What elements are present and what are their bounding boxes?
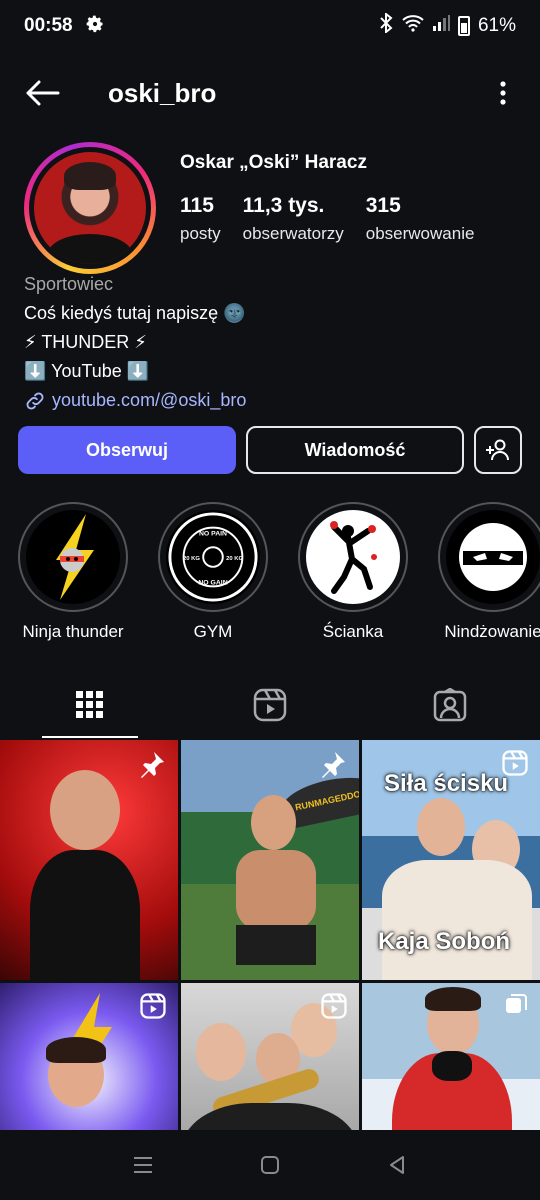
ninja-lightning-icon: [56, 514, 94, 600]
plate-right-text: 20 KG: [226, 556, 243, 562]
tile-caption-bottom: Kaja Soboń: [378, 928, 511, 955]
follow-button[interactable]: Obserwuj: [18, 426, 236, 474]
status-time: 00:58: [24, 15, 73, 36]
tab-reels[interactable]: [180, 672, 360, 738]
back-arrow-icon: [26, 80, 60, 106]
profile-category: Sportowiec: [24, 274, 114, 294]
battery-icon: [457, 16, 470, 36]
tab-tagged[interactable]: [360, 672, 540, 738]
pinned-icon: [141, 752, 164, 778]
recents-icon: [134, 1157, 153, 1173]
bio-line: ⬇️ YouTube ⬇️: [24, 361, 150, 381]
stat-label: obserwowanie: [365, 224, 475, 243]
link-icon: [26, 392, 44, 409]
bio-line: Coś kiedyś tutaj napiszę 🌚: [24, 303, 246, 323]
plate-left-text: 20 KG: [183, 556, 200, 562]
profile-username: oski_bro: [108, 77, 217, 108]
settings-gear-icon: [85, 14, 105, 39]
profile-bio: Sportowiec Coś kiedyś tutaj napiszę 🌚 ⚡ …: [24, 270, 246, 415]
back-button[interactable]: [22, 73, 62, 113]
highlight-label: GYM: [193, 622, 233, 641]
battery-percent: 61%: [477, 15, 516, 36]
recent-apps-button[interactable]: [123, 1145, 163, 1185]
post-tile[interactable]: Siła ścisku Kaja Soboń: [362, 740, 540, 980]
profile-actions: Obserwuj Wiadomość: [18, 426, 522, 474]
home-square-icon: [260, 1156, 279, 1174]
tile-banner-text: RUNMAGEDDON: [294, 787, 359, 813]
avatar: [34, 152, 146, 264]
system-back-button[interactable]: [377, 1145, 417, 1185]
grid-icon: [76, 691, 103, 718]
add-person-icon: [486, 439, 509, 461]
home-button[interactable]: [250, 1145, 290, 1185]
stat-value: 315: [365, 194, 401, 217]
vertical-dots-icon: [500, 81, 506, 105]
stat-followers[interactable]: 11,3 tys. obserwatorzy: [243, 194, 344, 244]
highlight-gym[interactable]: NO PAIN NO GAIN 20 KG 20 KG GYM: [158, 502, 268, 642]
wifi-icon: [402, 14, 424, 38]
full-name: Oskar „Oski” Haracz: [180, 152, 367, 173]
carousel-icon: [506, 994, 527, 1013]
stat-following[interactable]: 315 obserwowanie: [366, 194, 475, 244]
back-triangle-icon: [389, 1156, 404, 1174]
signal-icon: [432, 14, 450, 38]
highlight-scianka[interactable]: Ścianka: [298, 502, 408, 642]
bluetooth-icon: [378, 11, 394, 39]
status-bar: 00:58 61%: [0, 0, 540, 52]
highlight-label: Ninja thunder: [22, 622, 124, 641]
tagged-person-icon: [433, 688, 467, 722]
post-tile[interactable]: [0, 740, 178, 980]
profile-top-bar: oski_bro: [0, 60, 540, 126]
profile-tabs: [0, 672, 540, 738]
status-indicators: 61%: [378, 11, 516, 39]
pinned-icon: [322, 752, 345, 778]
profile-stats: 115 posty 11,3 tys. obserwatorzy 315 obs…: [180, 194, 474, 244]
story-highlights: Ninja thunder NO PAIN NO GAIN 20 KG 20 K…: [18, 502, 540, 642]
suggested-users-button[interactable]: [474, 426, 522, 474]
highlight-label: Ścianka: [322, 622, 384, 641]
avatar-story-ring[interactable]: [24, 142, 156, 274]
ninja-mask-icon: [459, 523, 527, 591]
tile-caption-top: Siła ścisku: [384, 770, 509, 797]
post-tile[interactable]: RUNMAGEDDON: [181, 740, 359, 980]
more-options-button[interactable]: [488, 73, 518, 113]
highlight-label: Nindżowanie: [444, 622, 540, 641]
reel-icon: [502, 750, 528, 776]
profile-link[interactable]: youtube.com/@oski_bro: [24, 386, 246, 415]
plate-top-text: NO PAIN: [199, 530, 227, 537]
stat-value: 11,3 tys.: [242, 194, 325, 217]
stat-label: obserwatorzy: [242, 224, 344, 243]
stat-value: 115: [180, 194, 214, 217]
stat-label: posty: [180, 224, 221, 243]
reel-icon: [321, 993, 347, 1019]
reel-icon: [140, 993, 166, 1019]
bio-line: ⚡ THUNDER ⚡: [24, 332, 147, 352]
message-button[interactable]: Wiadomość: [246, 426, 464, 474]
tab-posts-grid[interactable]: [0, 672, 180, 738]
highlight-nindzowanie[interactable]: Nindżowanie: [438, 502, 540, 642]
profile-link-text: youtube.com/@oski_bro: [52, 390, 247, 410]
reels-icon: [253, 688, 287, 722]
plate-bottom-text: NO GAIN: [198, 579, 227, 586]
climber-icon: [330, 521, 377, 594]
stat-posts[interactable]: 115 posty: [180, 194, 221, 244]
system-nav-bar: [0, 1130, 540, 1200]
weight-plate-icon: NO PAIN NO GAIN 20 KG 20 KG: [168, 512, 258, 602]
highlight-ninja-thunder[interactable]: Ninja thunder: [18, 502, 128, 642]
